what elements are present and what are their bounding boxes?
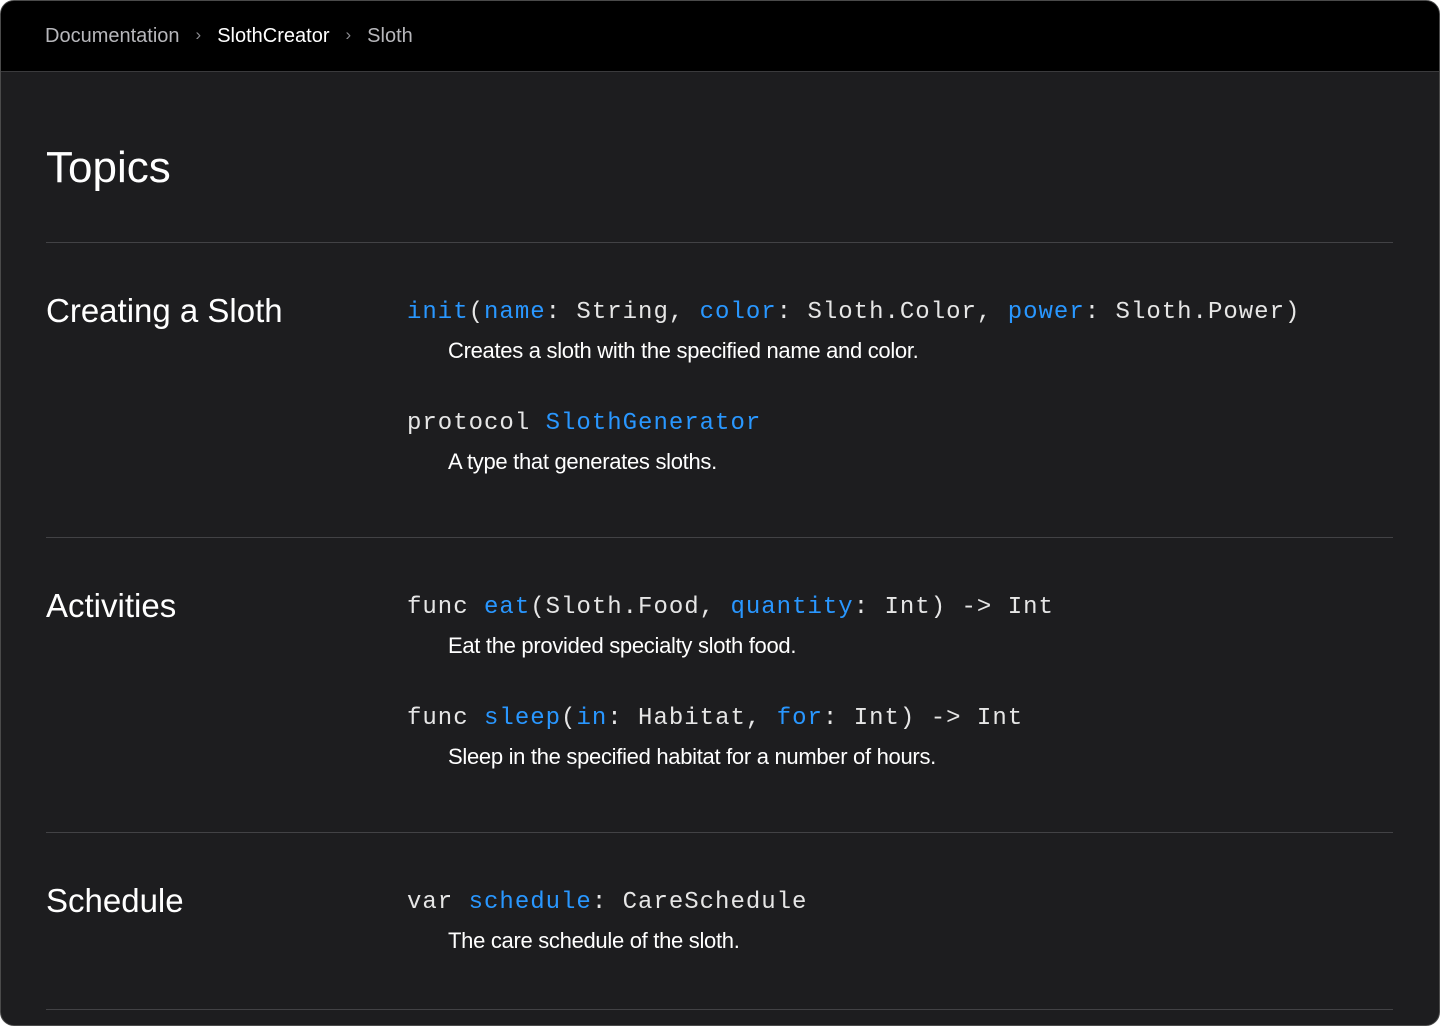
symbol-signature[interactable]: var schedule: CareSchedule [407,889,1393,916]
param-label: quantity [730,594,854,621]
breadcrumb-documentation[interactable]: Documentation [45,25,180,48]
topic-items: var schedule: CareSchedule The care sche… [407,833,1393,954]
navigation-bar: Documentation › SlothCreator › Sloth [1,1,1439,72]
symbol-link[interactable]: eat [484,594,530,621]
topic-section-activities: Activities func eat(Sloth.Food, quantity… [46,538,1393,833]
signature-keyword: var [407,889,469,916]
signature-token: : Int) -> Int [853,594,1054,621]
topic-item-schedule: var schedule: CareSchedule The care sche… [407,833,1393,954]
symbol-signature[interactable]: func eat(Sloth.Food, quantity: Int) -> I… [407,594,1393,621]
signature-token: ( [561,705,577,732]
topic-item-sleep: func sleep(in: Habitat, for: Int) -> Int… [407,659,1393,770]
documentation-window: Documentation › SlothCreator › Sloth Top… [0,0,1440,1026]
signature-token: : Sloth.Color, [776,299,1008,326]
symbol-signature[interactable]: func sleep(in: Habitat, for: Int) -> Int [407,705,1393,732]
section-title: Activities [46,587,177,624]
signature-keyword: func [407,594,485,621]
signature-token: (Sloth.Food, [530,594,731,621]
chevron-right-icon: › [195,25,202,44]
symbol-abstract: Sleep in the specified habitat for a num… [448,744,936,769]
param-label: in [576,705,608,732]
signature-token: : String, [545,299,700,326]
symbol-link[interactable]: SlothGenerator [546,410,762,437]
symbol-link[interactable]: sleep [484,705,561,732]
topic-item-eat: func eat(Sloth.Food, quantity: Int) -> I… [407,538,1393,659]
signature-keyword: protocol [407,410,546,437]
main-content: Topics Creating a Sloth init(name: Strin… [1,72,1439,1010]
section-title: Creating a Sloth [46,292,283,329]
symbol-abstract: The care schedule of the sloth. [448,928,740,953]
breadcrumb: Documentation › SlothCreator › Sloth [45,25,413,48]
param-label: for [776,705,823,732]
breadcrumb-sloth[interactable]: Sloth [367,25,413,48]
signature-token: : Sloth.Power) [1084,299,1301,326]
signature-token: : Int) -> Int [822,705,1024,732]
param-label: color [699,299,777,326]
topic-items: func eat(Sloth.Food, quantity: Int) -> I… [407,538,1393,770]
symbol-signature[interactable]: init(name: String, color: Sloth.Color, p… [407,299,1393,326]
page-title: Topics [46,143,171,192]
section-title: Schedule [46,882,184,919]
symbol-signature[interactable]: protocol SlothGenerator [407,410,1393,437]
param-label: name [484,299,546,326]
topic-section-creating-a-sloth: Creating a Sloth init(name: String, colo… [46,243,1393,538]
chevron-right-icon: › [345,25,352,44]
signature-token: ( [468,299,485,326]
symbol-abstract: Eat the provided specialty sloth food. [448,633,797,658]
topic-section-schedule: Schedule var schedule: CareSchedule The … [46,833,1393,1010]
topic-item-init: init(name: String, color: Sloth.Color, p… [407,243,1393,364]
symbol-abstract: A type that generates sloths. [448,449,717,474]
topic-items: init(name: String, color: Sloth.Color, p… [407,243,1393,475]
signature-keyword: func [407,705,485,732]
topic-item-slothgenerator: protocol SlothGenerator A type that gene… [407,364,1393,475]
symbol-link[interactable]: schedule [469,889,592,916]
symbol-abstract: Creates a sloth with the specified name … [448,338,919,363]
breadcrumb-slothcreator[interactable]: SlothCreator [217,25,329,48]
param-label: power [1007,299,1085,326]
symbol-link[interactable]: init [407,299,469,326]
signature-token: : Habitat, [607,705,777,732]
signature-token: : CareSchedule [591,889,808,916]
